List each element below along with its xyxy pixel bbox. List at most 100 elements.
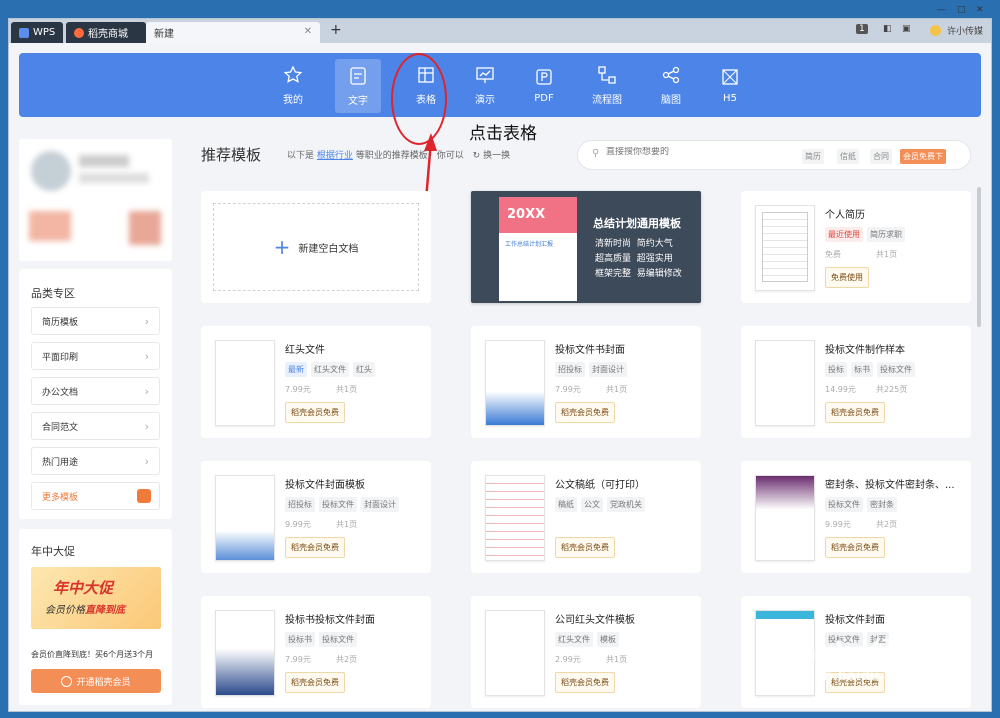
category-print[interactable]: 平面印刷 › xyxy=(31,342,160,370)
category-label: 热门用途 xyxy=(42,457,79,468)
resume-card[interactable]: 个人简历 最近使用 简历求职 免费 共1页 免费使用 xyxy=(741,191,971,303)
toolbar-h5[interactable]: H5 xyxy=(707,53,753,117)
username[interactable]: 许小传媒 xyxy=(947,24,983,37)
chevron-right-icon: › xyxy=(144,454,149,468)
category-office[interactable]: 办公文档 › xyxy=(31,377,160,405)
search-tag[interactable]: 信纸 xyxy=(837,149,859,164)
blurred-badge xyxy=(129,211,161,245)
featured-template[interactable]: 20XX 工作总结计划汇报 总结计划通用模板 清新时尚 简约大气 超高质量 超强… xyxy=(471,191,701,303)
vip-icon xyxy=(61,675,73,687)
template-thumbnail xyxy=(485,610,545,696)
page-count: 共1页 xyxy=(606,655,628,664)
template-card[interactable]: 投标文件书封面 招投标 封面设计 7.99元 共1页 稻壳会员免费 xyxy=(471,326,701,438)
free-use-button[interactable]: 免费使用 xyxy=(825,267,869,288)
promo-banner[interactable]: 年中大促 会员价格直降到底 xyxy=(31,567,161,629)
template-search[interactable]: ⚲ 简历 信纸 合同 会员免费下 xyxy=(577,140,971,170)
tag: 密封条 xyxy=(867,497,897,512)
tag: 投标文件 xyxy=(319,497,357,512)
vip-free-button[interactable]: 稻壳会员免费 xyxy=(285,672,345,693)
toolbar-mine[interactable]: 我的 xyxy=(270,53,316,117)
price: 9.99元 xyxy=(825,520,851,529)
template-thumbnail xyxy=(215,475,275,561)
template-title: 投标文件封面模板 xyxy=(285,480,365,491)
template-card[interactable]: 投标书投标文件封面 投标书 投标文件 7.99元 共2页 稻壳会员免费 xyxy=(201,596,431,708)
category-label: 平面印刷 xyxy=(42,352,79,363)
search-tag[interactable]: 简历 xyxy=(802,149,824,164)
tab-label: WPS xyxy=(33,27,56,38)
template-thumbnail xyxy=(485,340,545,426)
refresh-icon[interactable]: ↻ xyxy=(473,151,481,161)
category-title: 品类专区 xyxy=(31,287,75,300)
new-tab-plus-icon[interactable]: + xyxy=(330,22,342,38)
chevron-right-icon: › xyxy=(144,349,149,363)
template-card[interactable]: 红头文件 最新 红头文件 红头 7.99元 共1页 稻壳会员免费 xyxy=(201,326,431,438)
vip-free-button[interactable]: 稻壳会员免费 xyxy=(555,537,615,558)
avatar[interactable] xyxy=(930,25,941,36)
close-window-icon[interactable]: ✕ xyxy=(976,5,984,15)
watermark-url: jingyan.baidu.com xyxy=(779,669,915,684)
vip-free-button[interactable]: 稻壳会员免费 xyxy=(555,402,615,423)
vip-free-button[interactable]: 稻壳会员免费 xyxy=(285,402,345,423)
vip-free-button[interactable]: 稻壳会员免费 xyxy=(825,402,885,423)
refresh-link[interactable]: 换一换 xyxy=(483,151,510,161)
toolbar-mindmap[interactable]: 脑图 xyxy=(648,53,694,117)
tab-label: 新建 xyxy=(154,29,174,40)
minimize-icon[interactable]: — xyxy=(937,5,946,15)
tag: 红头文件 xyxy=(555,632,593,647)
feature: 简约大气 xyxy=(636,239,673,249)
template-card[interactable]: 投标文件制作样本 投标 标书 投标文件 14.99元 共225页 稻壳会员免费 xyxy=(741,326,971,438)
toolbar-flowchart[interactable]: 流程图 xyxy=(584,53,630,117)
category-resume[interactable]: 简历模板 › xyxy=(31,307,160,335)
more-templates[interactable]: 更多模板 xyxy=(31,482,160,510)
page-count: 共1页 xyxy=(606,385,628,394)
banner-sub: 会员价格 xyxy=(45,605,85,616)
tab-wps[interactable]: WPS xyxy=(11,22,63,43)
template-card[interactable]: 公司红头文件模板 红头文件 模板 2.99元 共1页 稻壳会员免费 xyxy=(471,596,701,708)
star-icon xyxy=(283,64,303,83)
price: 2.99元 xyxy=(555,655,581,664)
chevron-right-icon: › xyxy=(144,384,149,398)
vip-free-button[interactable]: 稻壳会员免费 xyxy=(285,537,345,558)
page-count: 共1页 xyxy=(876,250,898,259)
toolbar-label: 文字 xyxy=(348,95,368,107)
new-blank-card[interactable]: + 新建空白文档 xyxy=(201,191,431,303)
vip-free-download[interactable]: 会员免费下 xyxy=(900,149,946,164)
template-card[interactable]: 公文稿纸（可打印） 稿纸 公文 党政机关 稻壳会员免费 xyxy=(471,461,701,573)
doc-type-toolbar: 我的 文字 表格 演示 PDF 流程图 脑图 H5 xyxy=(19,53,981,117)
template-card[interactable]: 投标文件封面模板 招投标 投标文件 封面设计 9.99元 共1页 稻壳会员免费 xyxy=(201,461,431,573)
tag: 投标文件 xyxy=(319,632,357,647)
close-icon[interactable]: ✕ xyxy=(304,26,312,37)
maximize-icon[interactable]: □ xyxy=(957,5,966,15)
search-input[interactable] xyxy=(606,147,756,157)
tag: 封面设计 xyxy=(361,497,399,512)
window-icon[interactable]: ▣ xyxy=(902,24,911,34)
slides-icon xyxy=(476,66,494,83)
search-tag[interactable]: 合同 xyxy=(870,149,892,164)
featured-features: 清新时尚 简约大气 超高质量 超强实用 框架完整 易编辑修改 xyxy=(595,237,695,282)
price: 免费 xyxy=(825,250,841,259)
price: 7.99元 xyxy=(285,385,311,394)
toolbar-pdf[interactable]: PDF xyxy=(521,53,567,117)
template-title: 个人简历 xyxy=(825,210,865,221)
skin-icon[interactable]: ◧ xyxy=(883,24,892,34)
promo-text: 会员价直降到底！买6个月送3个月 xyxy=(31,650,154,659)
industry-link[interactable]: 根据行业 xyxy=(317,151,353,161)
toolbar-text[interactable]: 文字 xyxy=(335,59,381,113)
tab-new[interactable]: 新建 ✕ xyxy=(146,22,320,43)
template-title: 红头文件 xyxy=(285,345,325,356)
vip-free-button[interactable]: 稻壳会员免费 xyxy=(555,672,615,693)
category-hot[interactable]: 热门用途 › xyxy=(31,447,160,475)
count-badge[interactable]: 1 xyxy=(856,24,868,34)
page-count: 共225页 xyxy=(876,385,908,394)
toolbar-slides[interactable]: 演示 xyxy=(462,53,508,117)
desktop: { "tabs":[{"label":"WPS"},{"label":"稻壳商城… xyxy=(0,0,1000,718)
open-vip-button[interactable]: 开通稻壳会员 xyxy=(31,669,161,693)
category-contract[interactable]: 合同范文 › xyxy=(31,412,160,440)
template-card[interactable]: 密封条、投标文件密封条、... 投标文件 密封条 9.99元 共2页 稻壳会员免费 xyxy=(741,461,971,573)
tab-docer-store[interactable]: 稻壳商城 xyxy=(66,22,146,43)
feature: 超强实用 xyxy=(636,254,673,264)
vip-free-button[interactable]: 稻壳会员免费 xyxy=(825,537,885,558)
annotation-text: 点击表格 xyxy=(469,124,537,144)
scrollbar[interactable] xyxy=(977,187,981,327)
tag: 封面设计 xyxy=(589,362,627,377)
